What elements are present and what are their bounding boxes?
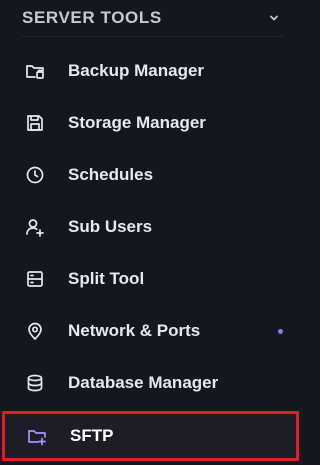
section-title: SERVER TOOLS — [22, 8, 162, 27]
location-pin-icon — [24, 320, 46, 342]
server-tools-menu: Backup Manager Storage Manager Schedules — [0, 45, 303, 461]
menu-item-split-tool[interactable]: Split Tool — [0, 253, 303, 305]
menu-item-label: Schedules — [68, 165, 154, 184]
section-header-server-tools[interactable]: SERVER TOOLS — [22, 0, 284, 37]
chevron-down-icon[interactable] — [264, 8, 284, 28]
save-disk-icon — [24, 112, 46, 134]
split-layout-icon — [24, 268, 46, 290]
notification-dot — [278, 328, 283, 334]
menu-item-label: Database Manager — [68, 373, 219, 392]
folder-backup-icon — [24, 60, 46, 82]
menu-item-backup-manager[interactable]: Backup Manager — [0, 45, 303, 97]
database-icon — [24, 372, 46, 394]
menu-item-label: Split Tool — [68, 269, 145, 288]
menu-item-label: Backup Manager — [68, 61, 205, 80]
menu-item-label: Network & Ports — [68, 321, 201, 340]
clock-icon — [24, 164, 46, 186]
menu-item-storage-manager[interactable]: Storage Manager — [0, 97, 303, 149]
menu-item-sub-users[interactable]: Sub Users — [0, 201, 303, 253]
folder-plus-icon — [26, 425, 48, 447]
user-plus-icon — [24, 216, 46, 238]
menu-item-label: SFTP — [70, 426, 114, 445]
menu-item-database-manager[interactable]: Database Manager — [0, 357, 303, 409]
menu-item-schedules[interactable]: Schedules — [0, 149, 303, 201]
menu-item-sftp[interactable]: SFTP — [2, 411, 299, 461]
menu-item-label: Sub Users — [68, 217, 153, 236]
menu-item-label: Storage Manager — [68, 113, 206, 132]
menu-item-network-ports[interactable]: Network & Ports — [0, 305, 303, 357]
